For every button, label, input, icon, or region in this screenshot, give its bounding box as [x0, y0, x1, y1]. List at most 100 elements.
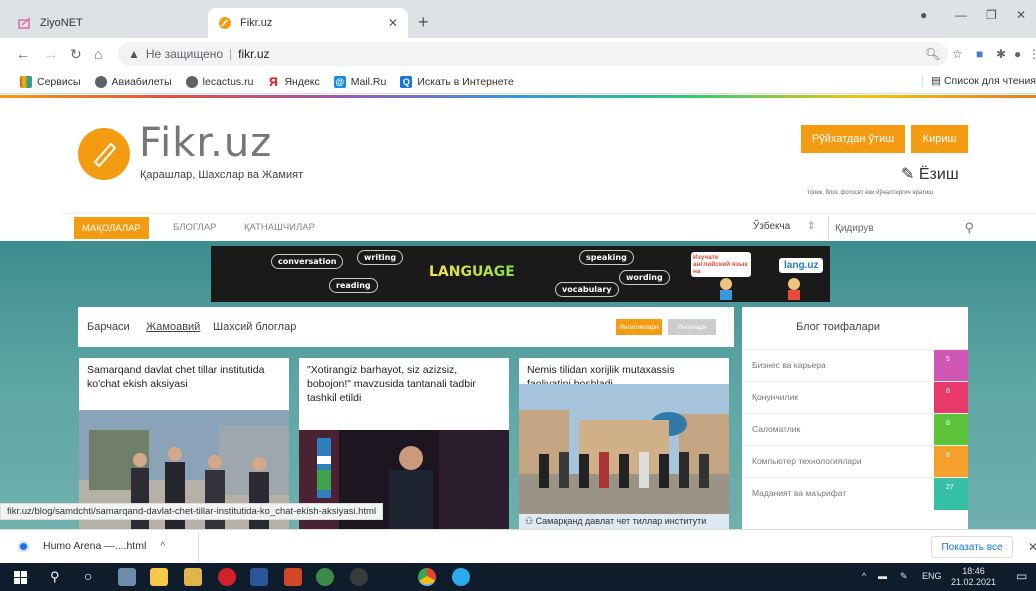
- mascot-icon: [720, 278, 732, 300]
- download-item[interactable]: Humo Arena —....html ^: [18, 532, 199, 562]
- opera-icon[interactable]: [218, 568, 236, 586]
- show-all-downloads-button[interactable]: Показать все: [931, 536, 1013, 558]
- category-name[interactable]: Бизнес ва карьера: [752, 360, 826, 370]
- logo-icon[interactable]: [78, 128, 130, 180]
- extensions-puzzle-icon[interactable]: ✱: [996, 47, 1006, 61]
- clock-date: 21.02.2021: [951, 577, 997, 588]
- nav-blogs[interactable]: БЛОГЛАР: [173, 222, 216, 233]
- search-icon[interactable]: ⚲: [964, 220, 974, 236]
- category-row[interactable]: Саломатлик 8: [742, 413, 968, 446]
- store-icon[interactable]: [184, 568, 202, 586]
- write-subtitle: топик, блог, фотосет ёки йўналтиргич яра…: [807, 190, 934, 196]
- register-button[interactable]: Рўйхатдан ўтиш: [801, 125, 905, 153]
- input-language[interactable]: ENG: [922, 571, 942, 581]
- nav-members[interactable]: ҚАТНАШЧИЛАР: [244, 222, 315, 233]
- extension-icon[interactable]: ■: [976, 47, 983, 61]
- profile-icon[interactable]: ●: [920, 8, 927, 22]
- taskbar-search-icon[interactable]: ⚲: [50, 569, 60, 585]
- language-banner[interactable]: conversation writing reading speaking wo…: [211, 246, 830, 302]
- tray-chevron-icon[interactable]: ^: [862, 571, 866, 581]
- account-icon[interactable]: ●: [1014, 47, 1021, 61]
- windows-start-icon[interactable]: [14, 571, 27, 584]
- fikr-favicon-icon: [219, 17, 231, 29]
- telegram-icon[interactable]: [452, 568, 470, 586]
- article-title[interactable]: Samarqand davlat chet tillar institutida…: [87, 363, 281, 391]
- download-filename: Humo Arena —....html: [43, 540, 147, 552]
- task-view-icon[interactable]: ○: [84, 568, 92, 584]
- category-name[interactable]: Саломатлик: [752, 424, 800, 434]
- site-logo-title[interactable]: Fikr.uz: [139, 120, 272, 166]
- language-select[interactable]: Ўзбекча ⇕: [753, 221, 815, 232]
- back-icon[interactable]: ←: [16, 46, 30, 62]
- new-tab-icon[interactable]: +: [418, 12, 429, 33]
- nav-articles[interactable]: МАҚОЛАЛАР: [74, 217, 149, 239]
- browser-toolbar: ← → ↻ ⌂ ▲ Не защищено | fikr.uz 🔍︎ ☆ ■ ✱…: [0, 38, 1036, 70]
- notifications-icon[interactable]: ▭: [1016, 569, 1027, 583]
- bookmark-services[interactable]: Сервисы: [20, 75, 81, 88]
- file-explorer-icon[interactable]: [150, 568, 168, 586]
- warning-icon[interactable]: ▲: [128, 47, 140, 61]
- category-row[interactable]: Бизнес ва карьера 5: [742, 349, 968, 382]
- bookmark-mailru[interactable]: @ Mail.Ru: [333, 75, 386, 88]
- pen-icon[interactable]: ✎: [900, 571, 908, 582]
- home-icon[interactable]: ⌂: [94, 46, 102, 62]
- bookmark-yandex[interactable]: Я Яндекс: [267, 75, 320, 89]
- photos-app-icon[interactable]: [118, 568, 136, 586]
- app-icon[interactable]: [316, 568, 334, 586]
- network-icon[interactable]: ▬: [878, 571, 887, 581]
- media-icon[interactable]: [350, 568, 368, 586]
- chevron-up-icon[interactable]: ^: [160, 540, 165, 552]
- category-row[interactable]: Қонунчилик 8: [742, 381, 968, 414]
- feed-tab-all[interactable]: Барчаси: [87, 321, 130, 333]
- banner-title: LANGUAGE: [429, 264, 515, 280]
- maximize-icon[interactable]: ❐: [986, 8, 997, 22]
- tab-ziyonet[interactable]: ZiyoNET ✕: [8, 8, 228, 38]
- bookmark-aviabilety[interactable]: Авиабилеты: [94, 75, 172, 88]
- address-bar[interactable]: ▲ Не защищено | fikr.uz: [118, 42, 948, 66]
- reading-list-button[interactable]: ▤ Список для чтения: [922, 75, 1036, 87]
- banner-promo: Изучате английский язык на: [691, 252, 751, 278]
- close-window-icon[interactable]: ✕: [1016, 8, 1026, 22]
- category-row[interactable]: Компьютер технологиялари 8: [742, 445, 968, 478]
- site-header: Fikr.uz Қарашлар, Шахслар ва Жамият Рўйх…: [63, 98, 1036, 213]
- zoom-icon[interactable]: 🔍︎: [925, 47, 940, 61]
- article-caption: ⚇ Самарқанд давлат чет тиллар институти: [519, 514, 729, 529]
- forward-icon[interactable]: →: [44, 46, 58, 62]
- chrome-icon[interactable]: [418, 568, 436, 586]
- login-button[interactable]: Кириш: [911, 125, 968, 153]
- category-name[interactable]: Қонунчилик: [752, 392, 798, 402]
- article-photo: [519, 384, 729, 514]
- category-name[interactable]: Маданият ва маърифат: [752, 488, 846, 498]
- feed-tab-collective[interactable]: Жамоавий: [146, 321, 200, 333]
- blog-categories-panel: Блог тоифалари Бизнес ва карьера 5 Қонунчи…: [742, 307, 968, 529]
- filter-news-button[interactable]: Янгиликлари: [616, 319, 662, 335]
- close-tab-icon[interactable]: ✕: [388, 16, 398, 30]
- site-tagline: Қарашлар, Шахслар ва Жамият: [140, 169, 304, 181]
- category-name[interactable]: Компьютер технологиялари: [752, 456, 862, 466]
- minimize-icon[interactable]: —: [955, 8, 967, 22]
- bookmark-search[interactable]: Q Искать в Интернете: [400, 75, 514, 88]
- bookmarks-bar: Сервисы Авиабилеты lecactus.ru Я Яндекс …: [0, 70, 1036, 94]
- category-count-badge: 27: [934, 478, 968, 510]
- bookmark-label: Авиабилеты: [111, 75, 172, 88]
- bookmark-star-icon[interactable]: ☆: [952, 47, 963, 61]
- clock[interactable]: 18:46 21.02.2021: [951, 566, 996, 589]
- word-icon[interactable]: [250, 568, 268, 586]
- close-downloads-icon[interactable]: ✕: [1028, 540, 1036, 554]
- article-title[interactable]: "Xotirangiz barhayot, siz azizsiz, boboj…: [307, 363, 501, 406]
- reload-icon[interactable]: ↻: [70, 46, 82, 63]
- category-row[interactable]: Маданият ва маърифат 27: [742, 477, 968, 510]
- tab-fikr[interactable]: Fikr.uz ✕: [208, 8, 408, 38]
- banner-word: vocabulary: [555, 282, 619, 297]
- powerpoint-icon[interactable]: [284, 568, 302, 586]
- menu-icon[interactable]: ⋮: [1028, 47, 1036, 61]
- ziyonet-favicon-icon: [18, 17, 31, 29]
- feed-tab-personal[interactable]: Шахсий блоглар: [213, 321, 296, 333]
- write-button[interactable]: ✎ Ёзиш: [901, 164, 959, 184]
- bookmark-lecactus[interactable]: lecactus.ru: [185, 75, 253, 88]
- windows-taskbar: ⚲ ○ ^ ▬ ✎ ENG 18:46 21.02.2021 ▭: [0, 563, 1036, 591]
- site-search-input[interactable]: Қидирув ⚲: [828, 217, 978, 239]
- reading-list-icon: ▤: [931, 75, 944, 87]
- article-card[interactable]: Nemis tilidan xorijlik mutaxassis faoliy…: [519, 358, 729, 529]
- filter-new-button[interactable]: Янгилари: [668, 319, 716, 335]
